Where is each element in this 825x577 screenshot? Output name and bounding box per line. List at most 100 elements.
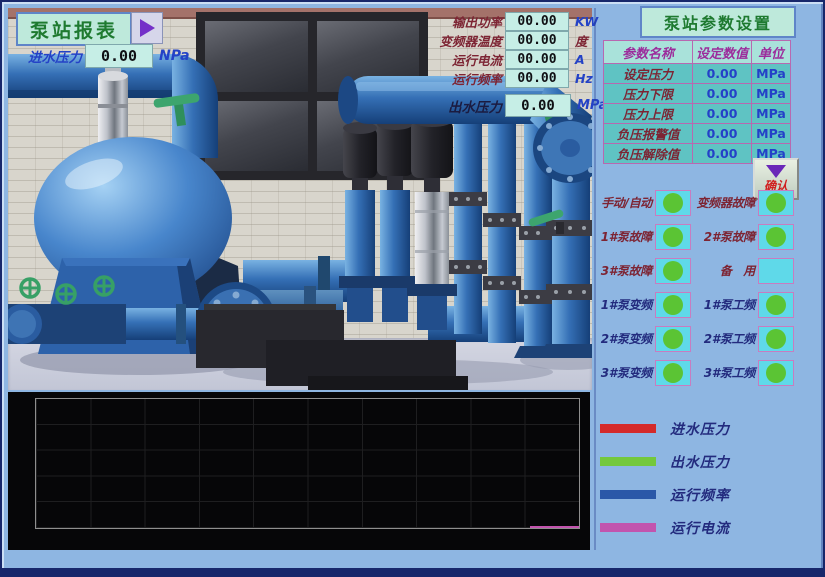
- outlet-pressure-value: 0.00: [505, 94, 571, 117]
- indicator-label: 2#泵故障: [695, 228, 755, 245]
- inlet-pressure-value: 0.00: [85, 44, 153, 68]
- param-name: 负压解除值: [604, 144, 693, 164]
- param-unit: MPa: [752, 124, 791, 144]
- metric-unit: A: [575, 52, 585, 67]
- col-header-value: 设定数值: [693, 41, 752, 64]
- outlet-pressure-readout: 出水压力 0.00 MPa: [420, 94, 607, 117]
- inlet-pressure-readout: 进水压力 0.00 NPa: [10, 44, 190, 68]
- indicator-label: 3#泵故障: [592, 262, 652, 279]
- vertical-pump-3: [407, 113, 457, 330]
- pump2-fault-lamp: [758, 224, 794, 250]
- indicator-label: 1#泵故障: [592, 228, 652, 245]
- pump3-fault-lamp: [655, 258, 691, 284]
- indicator-label: 1#泵变频: [592, 296, 652, 313]
- metric-value: 00.00: [505, 31, 569, 50]
- indicator-label: 变频器故障: [695, 194, 755, 211]
- led: [663, 227, 683, 247]
- led: [663, 193, 683, 213]
- param-value-field[interactable]: 0.00: [693, 84, 752, 104]
- legend-label: 进水压力: [670, 419, 730, 439]
- metric-readouts: 输出功率 00.00 KW 变频器温度 00.00 度 运行电流 00.00 A…: [420, 12, 598, 88]
- indicator-row: 1#泵变频 1#泵工频: [592, 291, 820, 318]
- col-header-name: 参数名称: [604, 41, 693, 64]
- settings-panel-title: 泵站参数设置: [640, 6, 796, 38]
- trend-plot-area: [35, 398, 580, 529]
- indicator-label: 备 用: [695, 262, 755, 279]
- panel-divider: [594, 8, 596, 550]
- metric-label: 变频器温度: [420, 31, 502, 50]
- param-unit: MPa: [752, 104, 791, 124]
- running-current-readout: 运行电流 00.00 A: [420, 50, 598, 69]
- legend-item: 出水压力: [600, 445, 730, 478]
- led: [766, 227, 786, 247]
- legend-item: 进水压力: [600, 412, 730, 445]
- running-frequency-readout: 运行频率 00.00 Hz: [420, 69, 598, 88]
- pump3-vfd-lamp: [655, 360, 691, 386]
- running-frequency-swatch: [600, 490, 656, 499]
- pump1-vfd-lamp: [655, 292, 691, 318]
- chart-legend: 进水压力 出水压力 运行频率 运行电流: [600, 412, 730, 544]
- pump2-vfd-lamp: [655, 326, 691, 352]
- table-row: 负压报警值 0.00 MPa: [604, 124, 791, 144]
- metric-label: 运行电流: [420, 50, 502, 69]
- param-value-field[interactable]: 0.00: [693, 124, 752, 144]
- table-row: 设定压力 0.00 MPa: [604, 64, 791, 84]
- param-value-field[interactable]: 0.00: [693, 64, 752, 84]
- param-value-field[interactable]: 0.00: [693, 104, 752, 124]
- param-unit: MPa: [752, 84, 791, 104]
- indicator-label: 3#泵变频: [592, 364, 652, 381]
- pump1-fault-lamp: [655, 224, 691, 250]
- spare-lamp: [758, 258, 794, 284]
- table-header-row: 参数名称 设定数值 单位: [604, 41, 791, 64]
- status-indicator-grid: 手动/自动 变频器故障 1#泵故障 2#泵故障 3#泵故障 备 用 1#泵变频 …: [592, 189, 820, 393]
- pump2-mains-lamp: [758, 326, 794, 352]
- settings-panel-title-text: 泵站参数设置: [664, 10, 772, 34]
- table-row: 压力下限 0.00 MPa: [604, 84, 791, 104]
- report-button[interactable]: 泵站报表: [16, 12, 132, 46]
- param-unit: MPa: [752, 64, 791, 84]
- running-current-trace: [530, 526, 579, 528]
- indicator-label: 1#泵工频: [695, 296, 755, 313]
- led: [766, 363, 786, 383]
- parameter-table: 参数名称 设定数值 单位 设定压力 0.00 MPa 压力下限 0.00 MPa…: [603, 40, 791, 164]
- led: [766, 329, 786, 349]
- indicator-label: 手动/自动: [592, 194, 652, 211]
- report-button-label: 泵站报表: [30, 16, 118, 43]
- outlet-pressure-label: 出水压力: [420, 96, 502, 116]
- metric-unit: 度: [575, 31, 588, 50]
- legend-label: 运行频率: [670, 485, 730, 505]
- legend-label: 运行电流: [670, 518, 730, 538]
- pump1-mains-lamp: [758, 292, 794, 318]
- led: [766, 295, 786, 315]
- metric-label: 运行频率: [420, 69, 502, 88]
- param-name: 压力下限: [604, 84, 693, 104]
- col-header-unit: 单位: [752, 41, 791, 64]
- indicator-label: 2#泵变频: [592, 330, 652, 347]
- metric-value: 00.00: [505, 69, 569, 88]
- metric-value: 00.00: [505, 50, 569, 69]
- output-power-readout: 输出功率 00.00 KW: [420, 12, 598, 31]
- indicator-label: 2#泵工频: [695, 330, 755, 347]
- led: [663, 329, 683, 349]
- inlet-pressure-label: 进水压力: [10, 46, 82, 66]
- param-name: 设定压力: [604, 64, 693, 84]
- table-row: 压力上限 0.00 MPa: [604, 104, 791, 124]
- trend-chart: [8, 392, 590, 550]
- led: [766, 193, 786, 213]
- pump3-mains-lamp: [758, 360, 794, 386]
- running-current-swatch: [600, 523, 656, 532]
- indicator-row: 3#泵故障 备 用: [592, 257, 820, 284]
- window-frame-bottom: [2, 568, 823, 575]
- param-value-field[interactable]: 0.00: [693, 144, 752, 164]
- inverter-temperature-readout: 变频器温度 00.00 度: [420, 31, 598, 50]
- pump-station-hmi-screen: { "report_button": { "label": "泵站报表" }, …: [0, 0, 825, 577]
- inverter-fault-lamp: [758, 190, 794, 216]
- report-nav-button[interactable]: [131, 12, 163, 44]
- metric-unit: Hz: [575, 71, 593, 86]
- led: [663, 261, 683, 281]
- legend-item: 运行电流: [600, 511, 730, 544]
- indicator-row: 3#泵变频 3#泵工频: [592, 359, 820, 386]
- indicator-row: 2#泵变频 2#泵工频: [592, 325, 820, 352]
- indicator-label: 3#泵工频: [695, 364, 755, 381]
- indicator-row: 1#泵故障 2#泵故障: [592, 223, 820, 250]
